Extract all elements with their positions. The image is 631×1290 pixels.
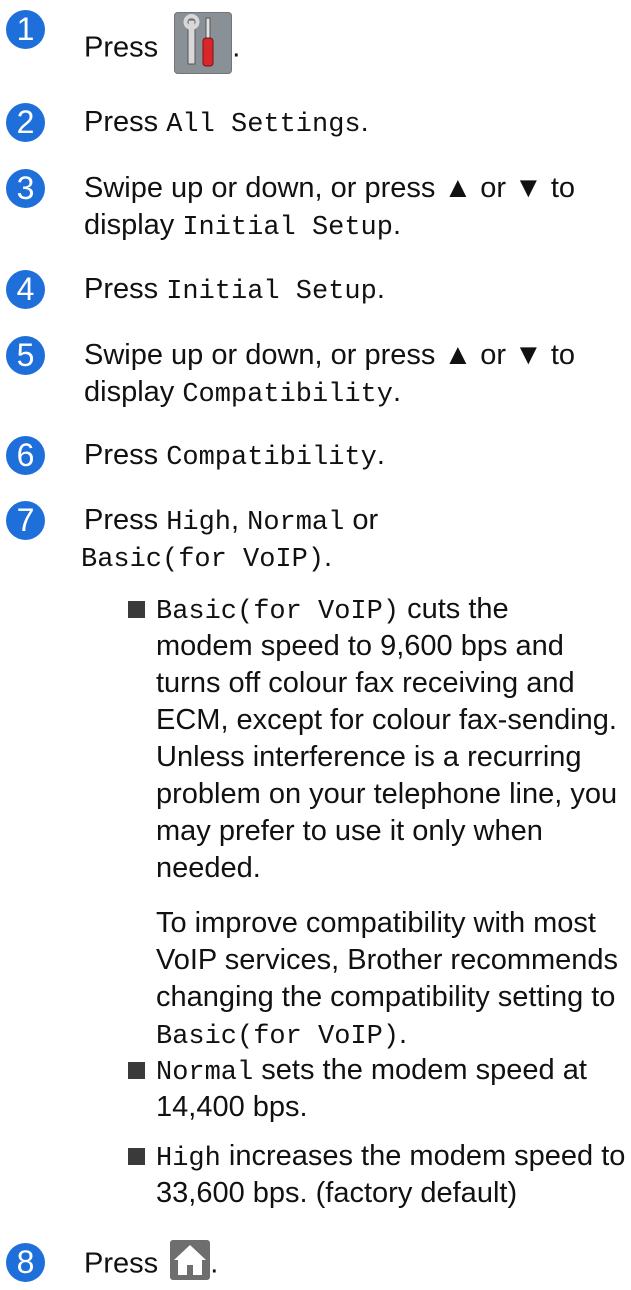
bullet-text: 14,400 bps. <box>156 1091 308 1123</box>
separator: , <box>231 504 248 536</box>
step-text-end: . <box>392 209 402 241</box>
step-text: Press <box>84 106 167 138</box>
step-text-end: . <box>392 376 402 408</box>
option-normal-code: Normal <box>156 1058 254 1088</box>
step-text-line-1: Swipe up or down, or press ▲ or ▼ to <box>84 172 576 204</box>
bullet-text: needed. <box>156 852 261 884</box>
step-number: 3 <box>6 169 45 208</box>
menu-item-code: Initial Setup <box>182 213 393 243</box>
bullet-text: sets the modem speed at <box>253 1054 587 1086</box>
step-text: display <box>84 376 183 408</box>
step-text: Press <box>84 273 167 305</box>
option-normal-code: Normal <box>247 508 345 538</box>
step-text-end: . <box>360 106 369 138</box>
menu-item-code: All Settings <box>166 110 361 140</box>
step-number: 2 <box>6 103 45 142</box>
step-number: 8 <box>6 1243 45 1282</box>
bullet-text: modem speed to 9,600 bps and <box>156 630 564 662</box>
note-text-end: . <box>399 1018 408 1050</box>
bullet-text: turns off colour fax receiving and <box>156 667 575 699</box>
option-high-code: High <box>166 508 231 538</box>
step-text-end: . <box>376 273 385 305</box>
step-text: Press <box>84 31 167 64</box>
step-text: display <box>84 209 183 241</box>
settings-icon <box>174 12 233 74</box>
step-text-end: . <box>232 31 241 64</box>
step-text-end: . <box>376 439 385 471</box>
step-text: Press <box>84 439 167 471</box>
step-text: Press <box>84 504 167 536</box>
bullet-text: cuts the <box>399 593 509 625</box>
home-icon <box>170 1240 211 1280</box>
menu-item-code: Initial Setup <box>166 277 377 307</box>
note-text: changing the compatibility setting to <box>156 981 616 1013</box>
option-high-code: High <box>156 1144 221 1174</box>
step-text-line-1: Swipe up or down, or press ▲ or ▼ to <box>84 339 576 371</box>
step-number: 7 <box>6 501 45 540</box>
step-text-end: . <box>210 1247 219 1280</box>
menu-item-code: Compatibility <box>166 443 377 473</box>
step-number: 1 <box>6 10 45 49</box>
step-number: 5 <box>6 336 45 375</box>
note-text: VoIP services, Brother recommends <box>156 944 619 976</box>
or-text: or <box>344 504 379 536</box>
bullet-text: ECM, except for colour fax-sending. <box>156 704 617 736</box>
bullet-text: 33,600 bps. (factory default) <box>156 1177 518 1209</box>
bullet-text: Unless interference is a recurring <box>156 741 582 773</box>
step-text-end: . <box>324 541 333 573</box>
option-basic-code: Basic(for VoIP) <box>156 597 400 627</box>
bullet-text: problem on your telephone line, you <box>156 778 618 810</box>
step-number: 6 <box>6 436 45 475</box>
menu-item-code: Compatibility <box>182 380 393 410</box>
option-basic-code: Basic(for VoIP) <box>156 1022 400 1052</box>
step-number: 4 <box>6 270 45 309</box>
option-basic-code: Basic(for VoIP) <box>81 545 325 575</box>
note-text: To improve compatibility with most <box>156 907 596 939</box>
step-text: Press <box>84 1247 167 1280</box>
bullet-text: may prefer to use it only when <box>156 815 543 847</box>
bullet-text: increases the modem speed to <box>220 1140 626 1172</box>
